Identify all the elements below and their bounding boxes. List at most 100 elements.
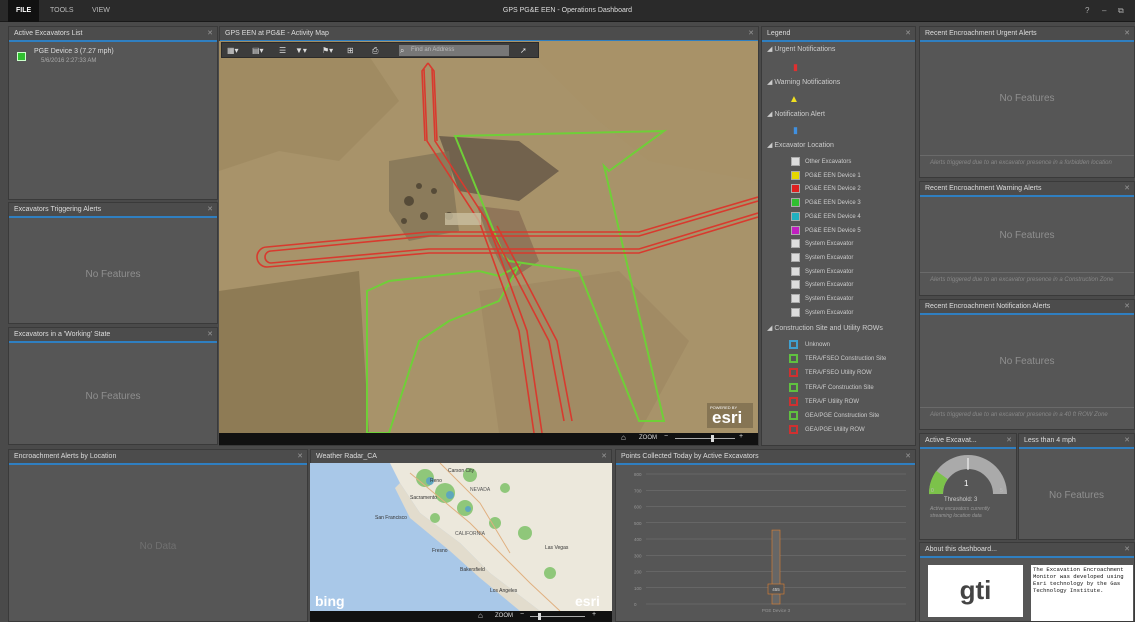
no-features-text: No Features [999,93,1055,104]
close-icon[interactable]: ✕ [1124,300,1130,313]
excavator-item-time: 5/6/2016 2:27:33 AM [41,58,97,64]
legend-group-warning[interactable]: ◢ Warning Notifications [767,78,840,88]
map-toolbar: ▦▾ ▤▾ ☰ ▼▾ ⚑▾ ⊞ ⎙ Find an Address ⌕ ➚ [221,42,539,58]
help-button[interactable]: ? [1085,0,1089,22]
excavator-icon [17,52,26,61]
legend-group-urgent[interactable]: ◢ Urgent Notifications [767,45,835,55]
active-excavators-panel: Active Excavators List ✕ PGE Device 3 (7.… [8,26,218,200]
home-icon[interactable]: ⌂ [478,611,483,620]
radar-label-fresno: Fresno [432,548,448,554]
legend-item-label: System Excavator [805,254,854,261]
legend-group-label: Construction Site and Utility ROWs [774,325,883,332]
close-icon[interactable]: ✕ [1124,27,1130,40]
close-icon[interactable]: ✕ [748,27,754,40]
site-swatch-icon [789,340,798,349]
active-excavators-gauge-panel: Active Excavat... ✕ 1 0 5 Threshold: 3 Ac… [919,433,1017,540]
menu-tools[interactable]: TOOLS [42,0,82,22]
no-features-text: No Features [999,356,1055,367]
radar-label-carson: Carson City [448,468,475,474]
warning-alerts-panel: Recent Encroachment Warning Alerts ✕ No F… [919,181,1135,296]
legend-item-label: PG&E EEN Device 2 [805,186,861,193]
gauge-value: 1 [964,479,969,488]
excavator-swatch-icon [791,266,800,276]
legend-toggle-icon[interactable]: ☰ [279,45,286,56]
legend-group-notification[interactable]: ◢ Notification Alert [767,110,825,120]
zoom-out-button[interactable]: − [664,433,668,440]
panel-description: Alerts triggered due to an excavator pre… [930,277,1114,283]
zoom-in-button[interactable]: + [739,433,743,440]
legend-group-label: Urgent Notifications [774,46,836,53]
close-icon[interactable]: ✕ [207,27,213,40]
excavator-swatch-icon [791,198,800,208]
excavator-swatch-icon [791,157,800,166]
speed-panel: Less than 4 mph ✕ No Features [1018,433,1135,540]
radar-label-sacramento: Sacramento [410,495,437,501]
legend-item-label: TERA/FSEO Utility ROW [805,370,872,377]
locate-icon[interactable]: ➚ [520,45,527,56]
basemap-icon[interactable]: ▦▾ [227,45,239,56]
legend-item-label: System Excavator [805,268,854,275]
address-search-input[interactable]: Find an Address [399,45,509,56]
restore-button[interactable]: ⧉ [1118,0,1124,22]
map-canvas[interactable] [219,41,758,433]
close-icon[interactable]: ✕ [905,27,911,40]
close-icon[interactable]: ✕ [1006,434,1012,447]
radar-label-sf: San Francisco [375,515,407,521]
print-icon[interactable]: ⎙ [372,45,378,56]
notification-alerts-panel: Recent Encroachment Notification Alerts ✕… [919,299,1135,430]
layers-icon[interactable]: ▤▾ [252,45,264,56]
minimize-button[interactable]: – [1102,0,1106,22]
excavator-swatch-icon [791,307,800,317]
close-icon[interactable]: ✕ [905,450,911,463]
site-swatch-icon [789,354,798,364]
legend-group-sites[interactable]: ◢ Construction Site and Utility ROWs [767,324,883,334]
panel-header: Excavators in a 'Working' State ✕ [9,328,217,343]
points-chart-panel: Points Collected Today by Active Excavat… [615,449,916,622]
no-data-text: No Data [139,541,177,552]
home-icon[interactable]: ⌂ [621,433,626,442]
legend-group-excavator[interactable]: ◢ Excavator Location [767,141,834,151]
gauge-description: Active excavators currently streaming lo… [930,506,990,519]
close-icon[interactable]: ✕ [1124,543,1130,556]
excavator-swatch-icon [791,280,800,290]
panel-header: Encroachment Alerts by Location ✕ [9,450,307,465]
satellite-map[interactable] [219,41,758,433]
panel-title: About this dashboard... [925,546,997,553]
panel-title: Excavators in a 'Working' State [14,331,111,338]
close-icon[interactable]: ✕ [207,203,213,216]
close-icon[interactable]: ✕ [601,450,607,463]
site-swatch-icon [789,382,798,392]
menu-file[interactable]: FILE [8,0,40,22]
encroachment-location-panel: Encroachment Alerts by Location ✕ No Data [8,449,308,622]
radar-label-la: Los Angeles [490,588,518,594]
filter-icon[interactable]: ▼▾ [295,45,307,56]
radar-zoom-bar: ⌂ ZOOM − + [310,611,612,622]
legend-group-label: Excavator Location [774,142,834,149]
panel-header: Legend ✕ [762,27,915,42]
close-icon[interactable]: ✕ [297,450,303,463]
y-tick-label: 300 [634,553,642,558]
radar-map[interactable] [310,463,612,611]
zoom-slider[interactable] [675,438,735,439]
y-tick-label: 0 [634,602,637,607]
legend-item-label: TERA/F Construction Site [805,384,874,391]
bookmark-icon[interactable]: ⚑▾ [322,45,333,56]
legend-group-label: Notification Alert [774,111,825,118]
zoom-out-button[interactable]: − [520,611,524,618]
y-tick-label: 200 [634,570,642,575]
excavator-swatch-icon [791,239,800,249]
excavator-item-name[interactable]: PGE Device 3 (7.27 mph) [34,48,114,55]
zoom-slider-thumb[interactable] [711,435,714,442]
excavator-swatch-icon [791,184,800,194]
y-tick-label: 600 [634,505,642,510]
zoom-slider-thumb[interactable] [538,613,541,620]
close-icon[interactable]: ✕ [207,328,213,341]
close-icon[interactable]: ✕ [1124,434,1130,447]
legend-item-label: PG&E EEN Device 3 [805,200,861,207]
menu-view[interactable]: VIEW [84,0,118,22]
measure-icon[interactable]: ⊞ [347,45,354,56]
esri-logo-radar: esri [575,593,600,609]
close-icon[interactable]: ✕ [1124,182,1130,195]
working-state-panel: Excavators in a 'Working' State ✕ No Feat… [8,327,218,445]
zoom-in-button[interactable]: + [592,611,596,618]
